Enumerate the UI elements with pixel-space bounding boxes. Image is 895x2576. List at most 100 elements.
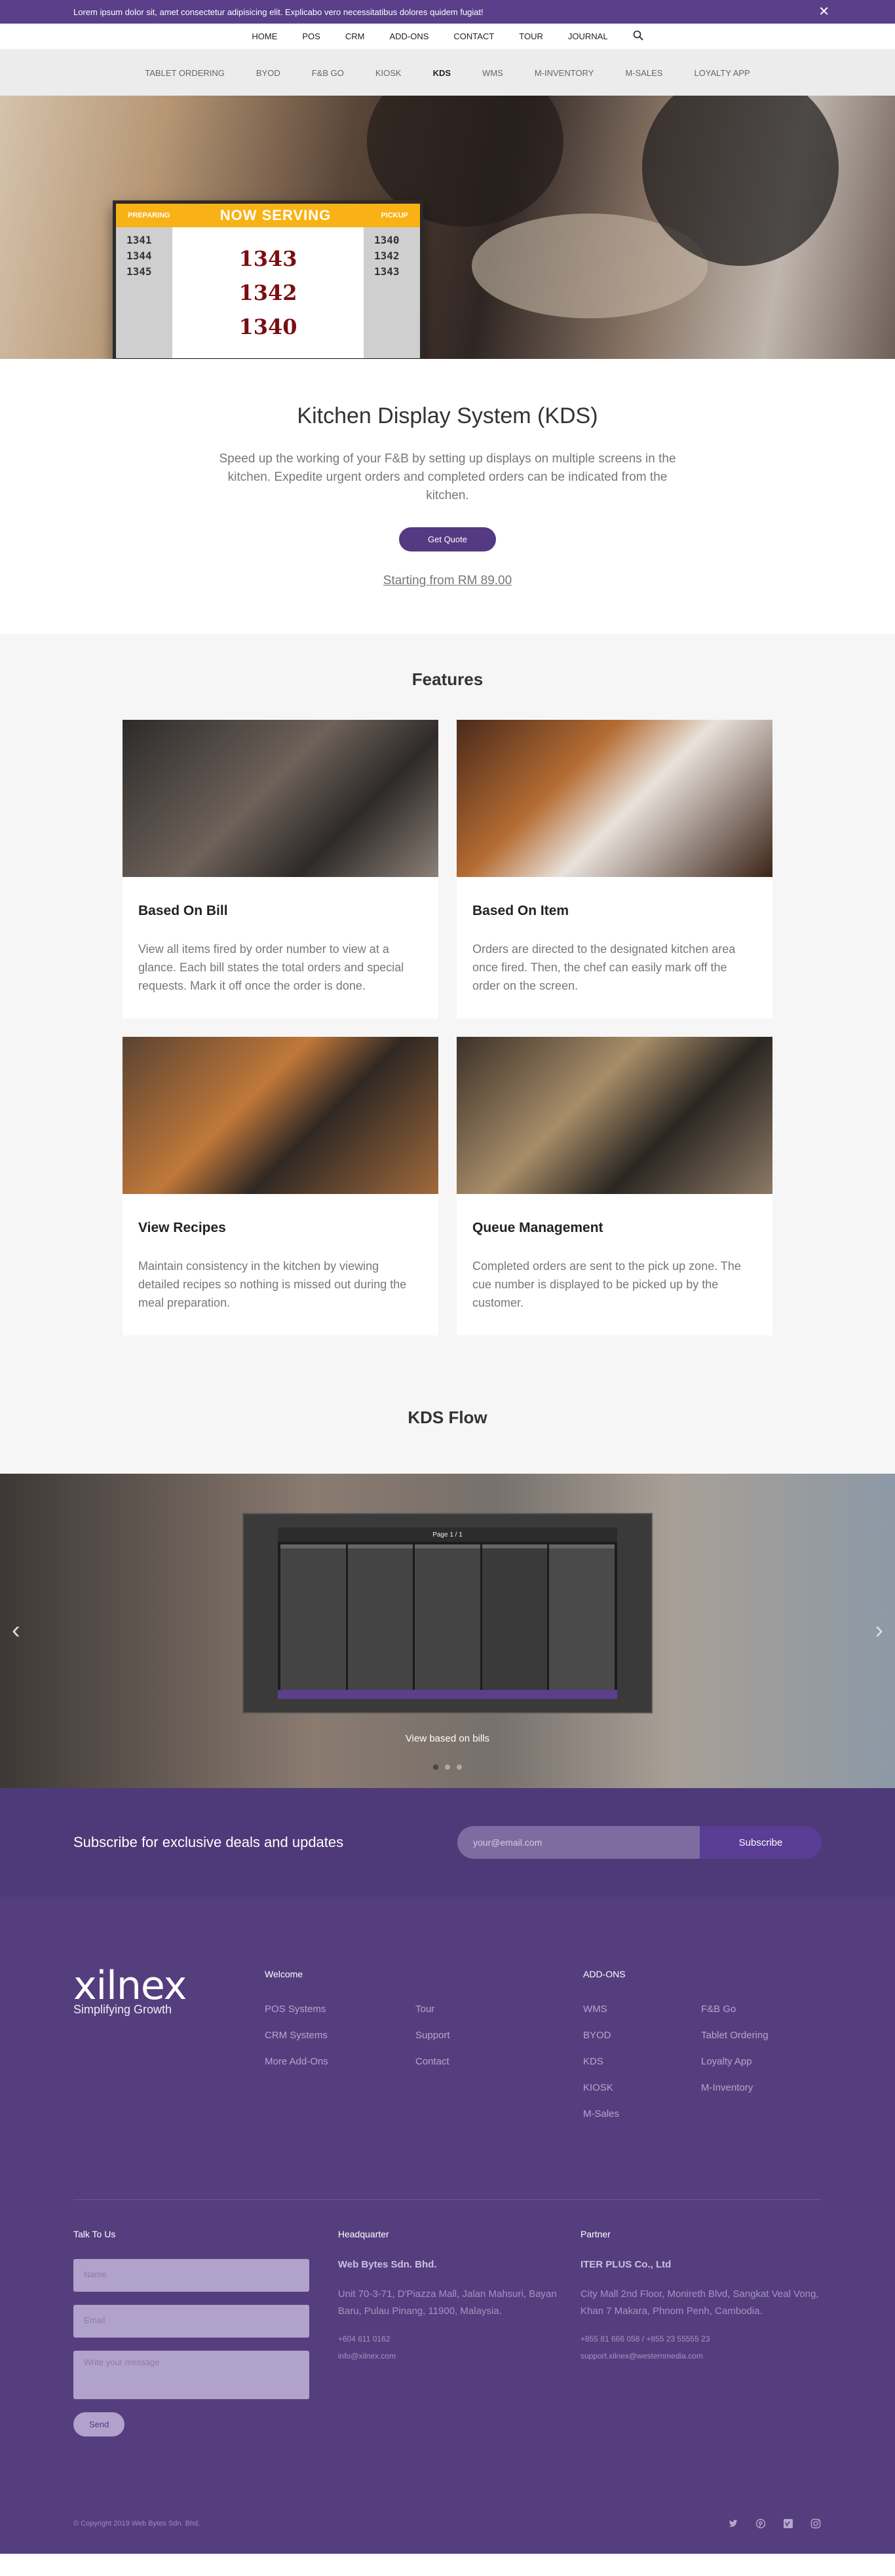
footer-link[interactable]: M-Sales — [583, 2101, 701, 2127]
name-field[interactable]: Name — [73, 2259, 309, 2292]
feature-card: Queue Management Completed orders are sen… — [457, 1037, 772, 1335]
carousel-dot[interactable] — [457, 1764, 462, 1770]
email-field[interactable]: Email — [73, 2305, 309, 2338]
nav-journal[interactable]: JOURNAL — [568, 31, 608, 41]
partner-info: Partner ITER PLUS Co., Ltd City Mall 2nd… — [581, 2229, 822, 2436]
company-phone[interactable]: +604 611 0162 — [338, 2330, 581, 2347]
footer-link[interactable]: Contact — [415, 2049, 450, 2075]
headquarter-info: Headquarter Web Bytes Sdn. Bhd. Unit 70-… — [338, 2229, 581, 2436]
nav-crm[interactable]: CRM — [345, 31, 365, 41]
now-serving-display: PREPARING NOW SERVING PICKUP 1341 1344 1… — [113, 200, 423, 359]
plated-dish-image — [457, 720, 772, 877]
vimeo-icon[interactable] — [782, 2518, 794, 2530]
footer-logo[interactable]: xilnex Simplifying Growth — [73, 1963, 265, 2127]
footer-link[interactable]: F&B Go — [701, 1996, 769, 2023]
social-links — [727, 2518, 822, 2530]
feature-card: Based On Item Orders are directed to the … — [457, 720, 772, 1018]
feature-title: Queue Management — [472, 1220, 603, 1235]
subnav-kiosk[interactable]: KIOSK — [375, 68, 402, 78]
footer-heading: Partner — [580, 2229, 611, 2239]
welcome-links: Welcome POS Systems CRM Systems More Add… — [265, 1969, 583, 2127]
footer-link[interactable]: More Add-Ons — [265, 2049, 415, 2075]
display-header: PREPARING NOW SERVING PICKUP — [116, 204, 420, 227]
addons-links: ADD-ONS WMS BYOD KDS KIOSK M-Sales F&B G… — [583, 1969, 769, 2127]
company-address: Unit 70-3-71, D'Piazza Mall, Jalan Mahsu… — [337, 2288, 557, 2317]
footer-link[interactable]: POS Systems — [265, 1996, 415, 2023]
subnav-byod[interactable]: BYOD — [256, 68, 280, 78]
nav-tour[interactable]: TOUR — [519, 31, 543, 41]
carousel-dot[interactable] — [433, 1764, 438, 1770]
feature-title: View Recipes — [138, 1220, 226, 1235]
kds-screen-header: Page 1 / 1 — [278, 1527, 617, 1542]
instagram-icon[interactable] — [810, 2518, 822, 2530]
carousel-dots — [0, 1764, 895, 1770]
feature-text: Orders are directed to the designated ki… — [472, 943, 736, 992]
subnav-wms[interactable]: WMS — [482, 68, 503, 78]
get-quote-button[interactable]: Get Quote — [399, 527, 496, 551]
pickup-column: 1340 1342 1343 — [364, 227, 420, 358]
subnav-m-sales[interactable]: M-SALES — [625, 68, 662, 78]
subnav-tablet-ordering[interactable]: TABLET ORDERING — [145, 68, 225, 78]
kds-flow-carousel: ‹ › Page 1 / 1 View based on bills — [0, 1474, 895, 1788]
subnav-m-inventory[interactable]: M-INVENTORY — [535, 68, 594, 78]
footer-link[interactable]: WMS — [583, 1996, 701, 2023]
search-icon[interactable] — [633, 30, 643, 43]
close-icon[interactable]: ✕ — [818, 5, 829, 18]
feature-title: Based On Item — [472, 903, 569, 918]
footer-link[interactable]: Tour — [415, 1996, 450, 2023]
now-serving-title: NOW SERVING — [219, 207, 332, 223]
footer-link[interactable]: KDS — [583, 2049, 701, 2075]
footer-link[interactable]: M-Inventory — [701, 2075, 769, 2101]
page-indicator: Page 1 / 1 — [432, 1531, 463, 1539]
nav-home[interactable]: HOME — [252, 31, 277, 41]
company-email[interactable]: support.xilnex@westernmedia.com — [581, 2347, 822, 2364]
product-subnav: TABLET ORDERING BYOD F&B GO KIOSK KDS WM… — [0, 50, 895, 96]
subscribe-button[interactable]: Subscribe — [700, 1826, 822, 1859]
company-email[interactable]: info@xilnex.com — [338, 2347, 581, 2364]
carousel-dot[interactable] — [445, 1764, 450, 1770]
footer-link[interactable]: Loyalty App — [701, 2049, 769, 2075]
serving-column: 1343 1342 1340 — [172, 227, 364, 358]
logo-wordmark: xilnex — [73, 1963, 187, 2009]
footer-divider — [73, 2199, 822, 2200]
company-phone[interactable]: +855 81 666 058 / +855 23 55555 23 — [581, 2330, 822, 2347]
footer-heading: Welcome — [265, 1969, 303, 1979]
nav-pos[interactable]: POS — [302, 31, 320, 41]
twitter-icon[interactable] — [727, 2518, 739, 2530]
next-arrow-icon[interactable]: › — [875, 1616, 883, 1645]
footer-link[interactable]: Support — [415, 2023, 450, 2049]
price-link[interactable]: Starting from RM 89.00 — [0, 574, 895, 588]
feature-text: Maintain consistency in the kitchen by v… — [138, 1260, 407, 1309]
hero-banner: PREPARING NOW SERVING PICKUP 1341 1344 1… — [0, 96, 895, 359]
pinterest-icon[interactable] — [755, 2518, 767, 2530]
feature-text: Completed orders are sent to the pick up… — [472, 1260, 741, 1309]
send-button[interactable]: Send — [73, 2412, 125, 2436]
order-number: 1342 — [374, 250, 400, 262]
subnav-kds[interactable]: KDS — [433, 68, 451, 78]
footer-link[interactable]: CRM Systems — [265, 2023, 415, 2049]
feature-title: Based On Bill — [138, 903, 228, 918]
order-number: 1340 — [238, 314, 297, 339]
order-number: 1341 — [126, 234, 152, 246]
feature-text: View all items fired by order number to … — [138, 943, 404, 992]
footer-link[interactable]: Tablet Ordering — [701, 2023, 769, 2049]
top-navigation: HOME POS CRM ADD-ONS CONTACT TOUR JOURNA… — [0, 24, 895, 50]
nav-contact[interactable]: CONTACT — [453, 31, 494, 41]
email-field[interactable]: your@email.com — [457, 1826, 700, 1859]
nav-add-ons[interactable]: ADD-ONS — [389, 31, 428, 41]
feature-card: View Recipes Maintain consistency in the … — [123, 1037, 438, 1335]
message-field[interactable]: Write your message — [73, 2351, 309, 2399]
order-number: 1344 — [126, 250, 152, 262]
prev-arrow-icon[interactable]: ‹ — [12, 1616, 20, 1645]
announcement-text: Lorem ipsum dolor sit, amet consectetur … — [73, 7, 484, 17]
kitchen-staff-image — [457, 1037, 772, 1194]
subnav-loyalty-app[interactable]: LOYALTY APP — [694, 68, 750, 78]
cafeteria-image — [123, 1037, 438, 1194]
subnav-fb-go[interactable]: F&B GO — [312, 68, 344, 78]
kds-screen: Page 1 / 1 — [242, 1513, 653, 1713]
footer-link[interactable]: BYOD — [583, 2023, 701, 2049]
footer-link[interactable]: KIOSK — [583, 2075, 701, 2101]
pickup-label: PICKUP — [381, 212, 408, 219]
footer-heading: Talk To Us — [73, 2229, 116, 2239]
footer-heading: Headquarter — [337, 2229, 389, 2239]
